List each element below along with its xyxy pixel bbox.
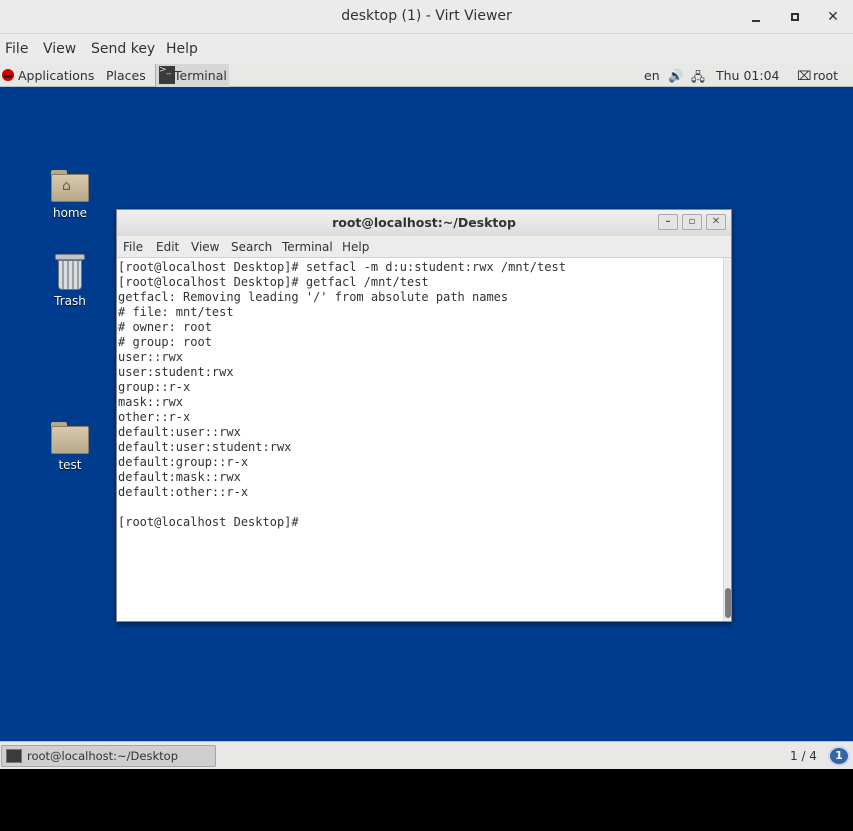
terminal-maximize-button[interactable]: ▫ — [682, 214, 702, 230]
viewer-title: desktop (1) - Virt Viewer — [341, 8, 512, 24]
terminal-menu-help[interactable]: Help — [342, 240, 369, 254]
clock[interactable]: Thu 01:04 — [716, 68, 779, 83]
terminal-icon: >_ — [159, 66, 175, 84]
terminal-scrollbar[interactable] — [723, 258, 731, 621]
taskbar-window-terminal[interactable]: root@localhost:~/Desktop — [1, 745, 216, 767]
places-menu[interactable]: Places — [106, 68, 146, 83]
scrollbar-thumb[interactable] — [725, 588, 731, 618]
terminal-titlebar[interactable]: root@localhost:~/Desktop – ▫ ✕ — [117, 210, 731, 236]
terminal-menu-view[interactable]: View — [191, 240, 219, 254]
guest-bottom-panel: root@localhost:~/Desktop 1 / 4 1 — [0, 741, 853, 769]
user-icon: ⌧ — [797, 68, 812, 83]
notification-badge[interactable]: 1 — [828, 746, 850, 766]
user-menu[interactable]: root — [813, 68, 838, 83]
desktop-icon-label: test — [58, 458, 82, 472]
terminal-output[interactable]: [root@localhost Desktop]# setfacl -m d:u… — [117, 258, 723, 621]
terminal-menubar: File Edit View Search Terminal Help — [117, 236, 731, 258]
home-folder-icon: ⌂ — [51, 170, 89, 202]
minimize-button[interactable] — [746, 6, 768, 28]
terminal-close-button[interactable]: ✕ — [706, 214, 726, 230]
terminal-menu-edit[interactable]: Edit — [156, 240, 179, 254]
trash-icon — [55, 254, 85, 290]
volume-icon[interactable]: 🔊 — [668, 68, 684, 84]
terminal-menu-terminal[interactable]: Terminal — [282, 240, 333, 254]
terminal-menu-file[interactable]: File — [123, 240, 143, 254]
maximize-icon: ▫ — [688, 216, 696, 227]
viewer-menu-help[interactable]: Help — [166, 41, 198, 57]
network-icon[interactable]: 🖧 — [691, 68, 705, 89]
viewer-menu-file[interactable]: File — [5, 41, 28, 57]
viewer-menu-send-key[interactable]: Send key — [91, 41, 155, 57]
terminal-window[interactable]: root@localhost:~/Desktop – ▫ ✕ File Edit… — [116, 209, 732, 622]
terminal-launcher-label: Terminal — [174, 68, 227, 83]
guest-top-panel: Applications Places >_ Terminal en 🔊 🖧 T… — [0, 64, 853, 87]
maximize-icon — [791, 13, 799, 21]
desktop-icon-trash[interactable]: Trash — [35, 254, 105, 308]
workspace-indicator[interactable]: 1 / 4 — [790, 749, 817, 763]
terminal-minimize-button[interactable]: – — [658, 214, 678, 230]
desktop-icon-test[interactable]: test — [35, 422, 105, 472]
desktop-icon-home[interactable]: ⌂ home — [35, 170, 105, 220]
terminal-launcher[interactable]: >_ Terminal — [155, 64, 229, 87]
close-icon: ✕ — [827, 9, 839, 25]
minimize-icon — [752, 20, 760, 22]
applications-menu[interactable]: Applications — [18, 68, 94, 83]
close-icon: ✕ — [711, 216, 721, 227]
taskbar-window-label: root@localhost:~/Desktop — [27, 749, 178, 763]
minimize-icon: – — [665, 216, 671, 227]
terminal-icon — [6, 749, 22, 763]
viewer-menubar: File View Send key Help — [0, 34, 853, 64]
close-button[interactable]: ✕ — [822, 6, 844, 28]
terminal-menu-search[interactable]: Search — [231, 240, 272, 254]
terminal-title: root@localhost:~/Desktop — [332, 215, 516, 230]
desktop-icon-label: home — [52, 206, 88, 220]
language-indicator[interactable]: en — [644, 68, 660, 83]
viewer-titlebar: desktop (1) - Virt Viewer ✕ — [0, 0, 853, 34]
desktop-icon-label: Trash — [54, 294, 86, 308]
maximize-button[interactable] — [784, 6, 806, 28]
redhat-logo-icon — [2, 69, 14, 81]
folder-icon — [51, 422, 89, 454]
viewer-menu-view[interactable]: View — [43, 41, 76, 57]
